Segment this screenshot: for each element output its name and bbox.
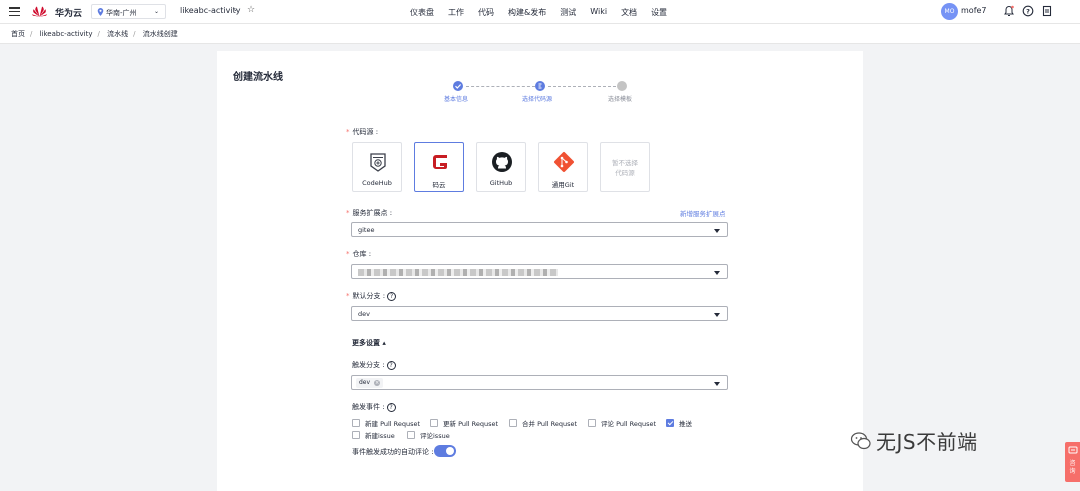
repo-label: * 仓库 : [346,250,372,258]
breadcrumb-project[interactable]: likeabc-activity [40,30,93,38]
top-navbar: 华为云 华南-广州 ⌄ likeabc-activity ⌄ ☆ 仪表盘 工作 … [0,0,1080,24]
nav-item-test[interactable]: 测试 [560,7,576,18]
caret-down-icon [714,229,720,233]
code-source-label: * 代码源 : [346,128,379,136]
consult-button[interactable]: 咨询 [1065,442,1080,482]
source-generic-git-label: 通用Git [551,181,575,189]
region-selector[interactable]: 华南-广州 ⌄ [91,4,166,19]
caret-down-icon [714,271,720,275]
caret-down-icon [714,313,720,317]
nav-item-build[interactable]: 构建&发布 [508,7,546,18]
remove-tag-icon[interactable]: × [374,380,381,386]
main-nav: 仪表盘 工作 代码 构建&发布 测试 Wiki 文档 设置 [410,7,681,18]
source-gitee-label: 码云 [432,181,446,189]
stepper: 基本信息 选择代码源 选择模板 [217,51,863,111]
git-icon [554,152,574,172]
github-icon [492,152,512,172]
nav-item-docs[interactable]: 文档 [621,7,637,18]
event-comment-pr-checkbox[interactable]: 评论 Pull Requset [588,418,656,428]
default-branch-select[interactable]: dev [351,306,728,321]
source-generic-git[interactable]: 通用Git [538,142,588,192]
more-settings-toggle[interactable]: 更多设置 ▴ [352,338,386,348]
caret-down-icon [714,382,720,386]
trigger-branch-select[interactable]: dev × [351,375,728,390]
breadcrumb: 首页 / likeabc-activity / 流水线 / 流水线创建 [0,24,1080,44]
step-1-check-icon [453,81,463,91]
username[interactable]: mofe7 [961,6,987,15]
source-codehub-label: CodeHub [362,179,392,187]
nav-item-wiki[interactable]: Wiki [590,7,607,18]
step-connector [548,86,616,87]
breadcrumb-current: 流水线创建 [142,30,178,38]
endpoint-select[interactable]: gitee [351,222,728,237]
endpoint-value: gitee [358,226,375,234]
trigger-branch-label: 触发分支 :? [352,360,396,370]
repo-value-redacted [358,269,558,276]
source-gitee[interactable]: 码云 [414,142,464,192]
auto-comment-toggle[interactable] [434,445,456,457]
project-selector[interactable]: likeabc-activity [180,6,240,15]
event-merge-pr-checkbox[interactable]: 合并 Pull Requset [509,418,577,428]
step-label-select-template: 选择模板 [608,96,633,103]
source-none-label: 暂不选择 代码源 [612,159,638,177]
bell-icon[interactable] [1003,5,1015,17]
help-icon[interactable]: ? [1022,5,1034,17]
step-label-select-source: 选择代码源 [522,96,553,103]
breadcrumb-home[interactable]: 首页 [11,30,25,38]
star-icon[interactable]: ☆ [247,5,255,15]
source-github-label: GitHub [489,179,513,187]
event-comment-issue-checkbox[interactable]: 评论issue [407,430,450,440]
nav-item-settings[interactable]: 设置 [651,7,667,18]
step-label-basic-info: 基本信息 [444,96,469,103]
auto-comment-label: 事件触发成功的自动评论 : [352,448,434,456]
add-endpoint-link[interactable]: 新增服务扩展点 [680,208,726,218]
source-github[interactable]: GitHub [476,142,526,192]
nav-item-code[interactable]: 代码 [478,7,494,18]
source-none[interactable]: 暂不选择 代码源 [600,142,650,192]
nav-item-dashboard[interactable]: 仪表盘 [410,7,434,18]
nav-item-work[interactable]: 工作 [448,7,464,18]
step-2-current-icon [535,81,545,91]
location-pin-icon [97,8,104,16]
chat-icon [1068,446,1077,454]
help-icon[interactable]: ? [386,402,396,412]
avatar[interactable]: MO [941,3,958,20]
codehub-icon [370,153,386,172]
repo-select[interactable] [351,264,728,279]
step-3-pending-icon [617,81,627,91]
default-branch-value: dev [358,310,370,318]
event-push-checkbox[interactable]: 推送 [666,418,692,428]
document-icon[interactable] [1041,5,1053,17]
help-icon[interactable]: ? [386,360,396,370]
source-codehub[interactable]: CodeHub [352,142,402,192]
default-branch-label: * 默认分支 :? [346,291,397,301]
create-pipeline-card: 创建流水线 基本信息 选择代码源 选择模板 * 代码源 : CodeHub 码云 … [217,51,863,491]
huawei-logo-icon[interactable] [31,4,48,21]
svg-text:?: ? [1026,7,1030,15]
event-new-pr-checkbox[interactable]: 新建 Pull Requset [352,418,420,428]
gitee-icon [433,155,447,169]
brand-name: 华为云 [55,9,83,19]
chevron-down-icon: ⌄ [153,8,159,15]
branch-tag: dev × [356,378,384,388]
chevron-down-icon[interactable]: ⌄ [233,6,238,13]
event-update-pr-checkbox[interactable]: 更新 Pull Requset [430,418,498,428]
breadcrumb-pipeline[interactable]: 流水线 [107,30,128,38]
step-connector [466,86,535,87]
watermark: 无JS不前端 [876,430,978,454]
region-label: 华南-广州 [106,9,137,17]
trigger-events-label: 触发事件 :? [352,402,396,412]
endpoint-label: * 服务扩展点 : [346,209,393,217]
event-new-issue-checkbox[interactable]: 新建issue [352,430,395,440]
menu-icon[interactable] [9,7,20,17]
help-icon[interactable]: ? [387,291,397,301]
wechat-icon [850,432,871,450]
